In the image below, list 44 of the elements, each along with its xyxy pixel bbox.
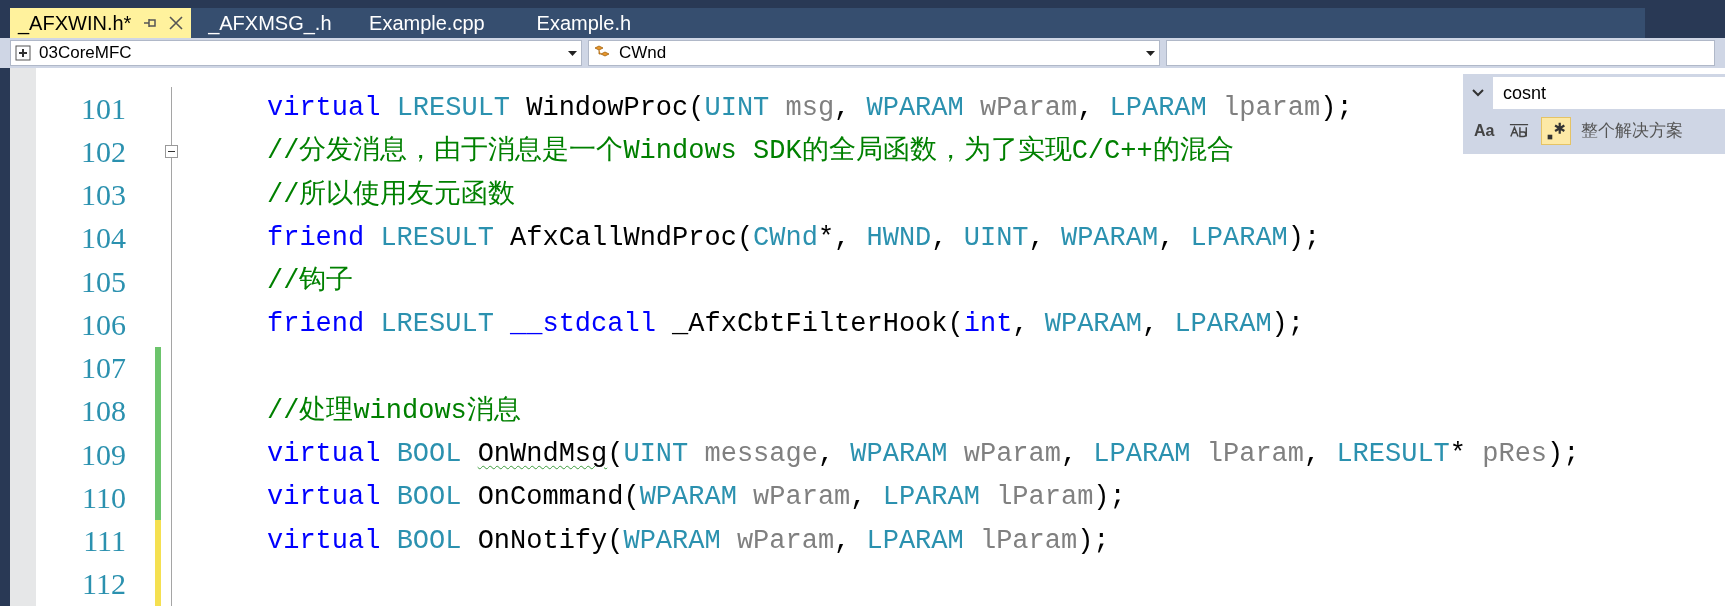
tab-label: Example.h [536, 11, 632, 36]
close-icon[interactable] [169, 16, 184, 30]
line-number: 110 [81, 482, 126, 513]
file-tab[interactable]: _AFXMSG_.h [191, 8, 349, 38]
scope-name: CWnd [619, 42, 668, 65]
code-line: virtual BOOL OnWndMsg(UINT message, WPARAM wParam, LPARAM lParam, LRESULT* pRes); [267, 441, 1580, 469]
project-dropdown[interactable]: 03CoreMFC [10, 40, 582, 66]
code-line: virtual BOOL OnCommand(WPARAM wParam, LPARAM lParam); [267, 484, 1126, 512]
line-number: 104 [80, 223, 126, 254]
line-number: 106 [80, 309, 126, 340]
line-number: 102 [80, 136, 126, 167]
search-scope[interactable]: 整个解决方案 [1581, 118, 1684, 144]
code-line: virtual LRESULT WindowProc(UINT msg, WPARAM wParam, LPARAM lparam); [267, 95, 1353, 123]
line-number: 108 [80, 396, 126, 427]
code-line: virtual BOOL OnNotify(WPARAM wParam, LPARAM lParam); [267, 527, 1110, 555]
collapse-icon[interactable] [165, 145, 178, 159]
file-tab[interactable]: Example.h [505, 8, 663, 38]
regex-toggle[interactable] [1541, 117, 1572, 145]
line-number: 107 [80, 353, 126, 384]
line-number: 103 [80, 180, 126, 211]
code-line: //钩子 [267, 268, 354, 296]
line-number: 105 [80, 266, 126, 297]
match-case-toggle[interactable]: Aa [1471, 118, 1498, 144]
file-tab[interactable]: _AFXWIN.h* [10, 8, 192, 38]
project-name: 03CoreMFC [39, 42, 133, 65]
line-number: 111 [82, 526, 126, 557]
dropdown-caret-icon[interactable] [568, 50, 577, 56]
file-tab[interactable]: Example.cpp [348, 8, 506, 38]
find-field[interactable]: cosnt [1493, 77, 1725, 109]
tab-label: _AFXMSG_.h [208, 11, 332, 37]
code-line: //处理windows消息 [267, 397, 521, 425]
line-number: 109 [80, 439, 126, 470]
project-icon [15, 45, 31, 61]
code-line: friend LRESULT AfxCallWndProc(CWnd*, HWND, UINT, WPARAM, LPARAM); [267, 224, 1321, 252]
dropdown-caret-icon[interactable] [1146, 50, 1155, 56]
pin-icon[interactable] [143, 17, 158, 29]
scope-dropdown[interactable]: CWnd [588, 40, 1160, 66]
chevron-down-icon[interactable] [1472, 89, 1484, 97]
code-line: friend LRESULT __stdcall _AfxCbtFilterHook(int, WPARAM, LPARAM); [267, 311, 1304, 339]
line-number: 101 [80, 93, 126, 124]
code-line: //所以使用友元函数 [267, 181, 516, 209]
line-number: 112 [81, 569, 126, 600]
tab-label: Example.cpp [369, 11, 485, 36]
tab-label: _AFXWIN.h* [18, 11, 132, 37]
